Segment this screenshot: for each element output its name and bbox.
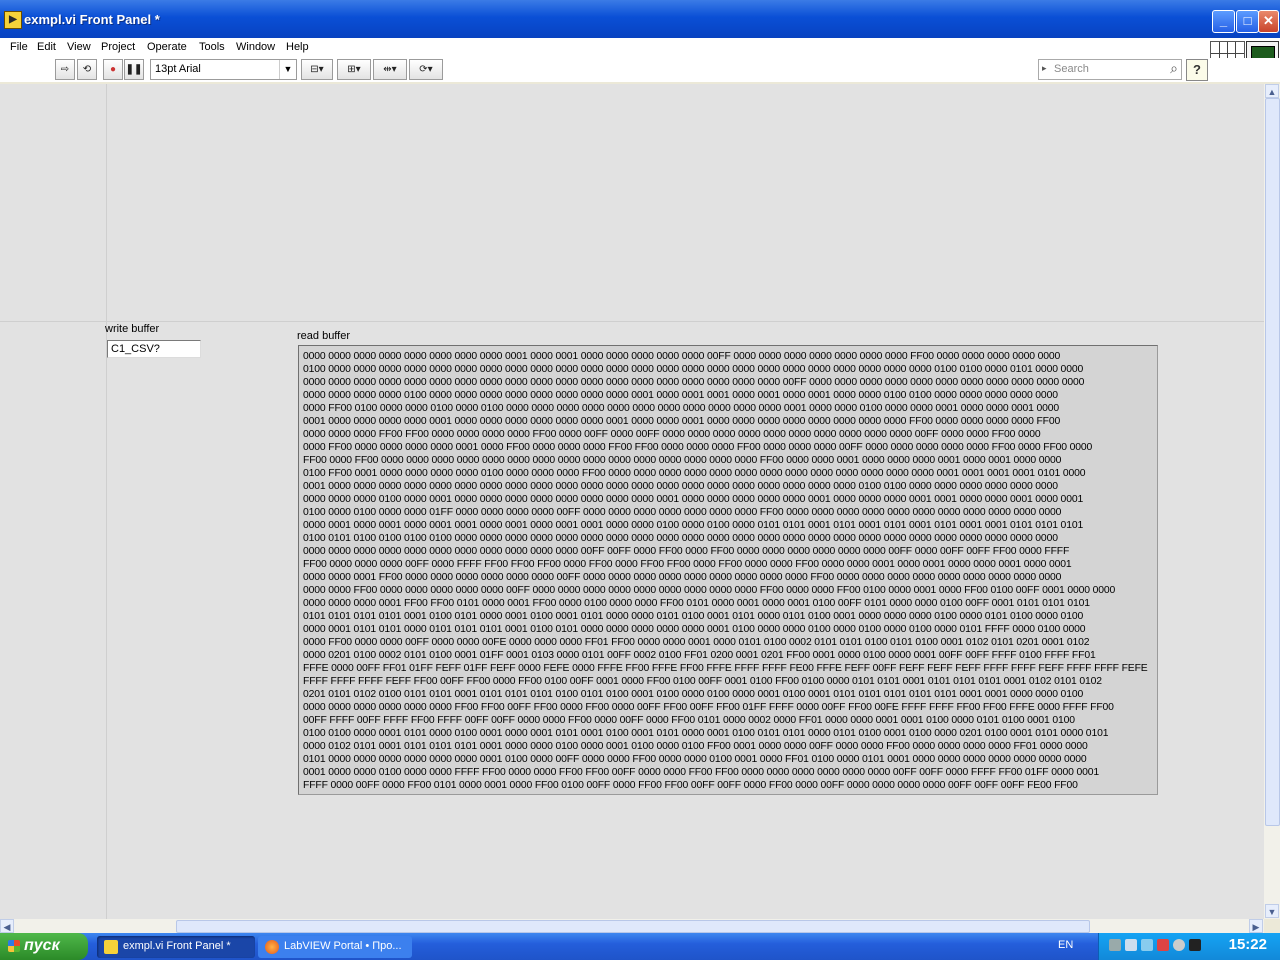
security-icon[interactable]: [1173, 939, 1185, 951]
write-buffer-label: write buffer: [105, 323, 160, 335]
taskbar: пуск exmpl.vi Front Panel * LabVIEW Port…: [0, 933, 1280, 960]
menu-help[interactable]: Help: [286, 41, 309, 53]
device-icon[interactable]: [1125, 939, 1137, 951]
firefox-icon: [265, 940, 279, 954]
run-continuously-icon[interactable]: ⟲: [77, 59, 97, 80]
monitor-icon[interactable]: [1189, 939, 1201, 951]
minimize-button[interactable]: _: [1212, 10, 1235, 33]
read-buffer-text: 0000 0000 0000 0000 0000 0000 0000 0000 …: [303, 351, 1148, 791]
search-placeholder: Search: [1054, 63, 1089, 75]
close-button[interactable]: ✕: [1258, 10, 1279, 33]
title-bar: ▶ exmpl.vi Front Panel * _ □ ✕: [0, 0, 1280, 38]
menu-project[interactable]: Project: [101, 41, 135, 53]
menu-bar: File Edit View Project Operate Tools Win…: [0, 38, 1280, 59]
search-input[interactable]: ▸ Search ⌕: [1038, 59, 1182, 80]
horizontal-scroll-thumb[interactable]: [176, 920, 1090, 933]
run-arrow-icon[interactable]: ⇨: [55, 59, 75, 80]
context-help-button[interactable]: ?: [1186, 59, 1208, 81]
text-settings-dropdown[interactable]: 13pt Arial ▼: [150, 59, 297, 80]
write-buffer-control[interactable]: C1_CSV?: [107, 340, 201, 358]
labview-icon: [104, 940, 118, 954]
menu-file[interactable]: File: [10, 41, 28, 53]
menu-edit[interactable]: Edit: [37, 41, 56, 53]
resize-objects-icon[interactable]: ⇹▾: [373, 59, 407, 80]
abort-icon[interactable]: ●: [103, 59, 123, 80]
search-icon[interactable]: ⌕: [1170, 60, 1178, 77]
chevron-down-icon: ▼: [279, 60, 296, 79]
windows-logo-icon: [8, 940, 20, 952]
scroll-down-icon[interactable]: ▼: [1265, 904, 1279, 918]
vertical-scrollbar[interactable]: ▲ ▼: [1264, 84, 1280, 919]
read-buffer-label: read buffer: [297, 330, 351, 342]
pause-icon[interactable]: ❚❚: [124, 59, 144, 80]
system-tray: 15:22: [1098, 933, 1280, 960]
reorder-icon[interactable]: ⟳▾: [409, 59, 443, 80]
network-icon[interactable]: [1109, 939, 1121, 951]
taskbar-item-firefox[interactable]: LabVIEW Portal • Про...: [258, 936, 412, 958]
search-menu-icon: ▸: [1042, 63, 1047, 73]
maximize-button[interactable]: □: [1236, 10, 1259, 33]
start-button[interactable]: пуск: [0, 933, 88, 960]
flag-icon[interactable]: [1157, 939, 1169, 951]
distribute-objects-icon[interactable]: ⊞▾: [337, 59, 371, 80]
write-buffer-value: C1_CSV?: [111, 343, 160, 355]
vertical-scroll-thumb[interactable]: [1265, 98, 1280, 826]
taskbar-item-label: LabVIEW Portal • Про...: [284, 940, 402, 952]
scroll-up-icon[interactable]: ▲: [1265, 84, 1279, 98]
taskbar-item-label: exmpl.vi Front Panel *: [123, 940, 231, 952]
language-indicator[interactable]: EN: [1058, 939, 1073, 951]
tray-app-icon[interactable]: [1141, 939, 1153, 951]
menu-window[interactable]: Window: [236, 41, 275, 53]
window-title: exmpl.vi Front Panel *: [24, 12, 160, 27]
scroll-left-icon[interactable]: ◀: [0, 919, 14, 933]
taskbar-item-front-panel[interactable]: exmpl.vi Front Panel *: [97, 936, 255, 958]
clock: 15:22: [1228, 936, 1267, 953]
horizontal-scrollbar[interactable]: ◀ ▶: [0, 919, 1264, 933]
menu-tools[interactable]: Tools: [199, 41, 225, 53]
start-label: пуск: [24, 937, 60, 954]
menu-view[interactable]: View: [67, 41, 91, 53]
read-buffer-indicator[interactable]: 0000 0000 0000 0000 0000 0000 0000 0000 …: [298, 345, 1158, 795]
scroll-right-icon[interactable]: ▶: [1249, 919, 1263, 933]
font-label: 13pt Arial: [155, 63, 201, 75]
align-objects-icon[interactable]: ⊟▾: [301, 59, 333, 80]
labview-app-icon[interactable]: ▶: [4, 11, 22, 29]
front-panel: write buffer C1_CSV? read buffer 0000 00…: [0, 84, 1264, 919]
menu-operate[interactable]: Operate: [147, 41, 187, 53]
